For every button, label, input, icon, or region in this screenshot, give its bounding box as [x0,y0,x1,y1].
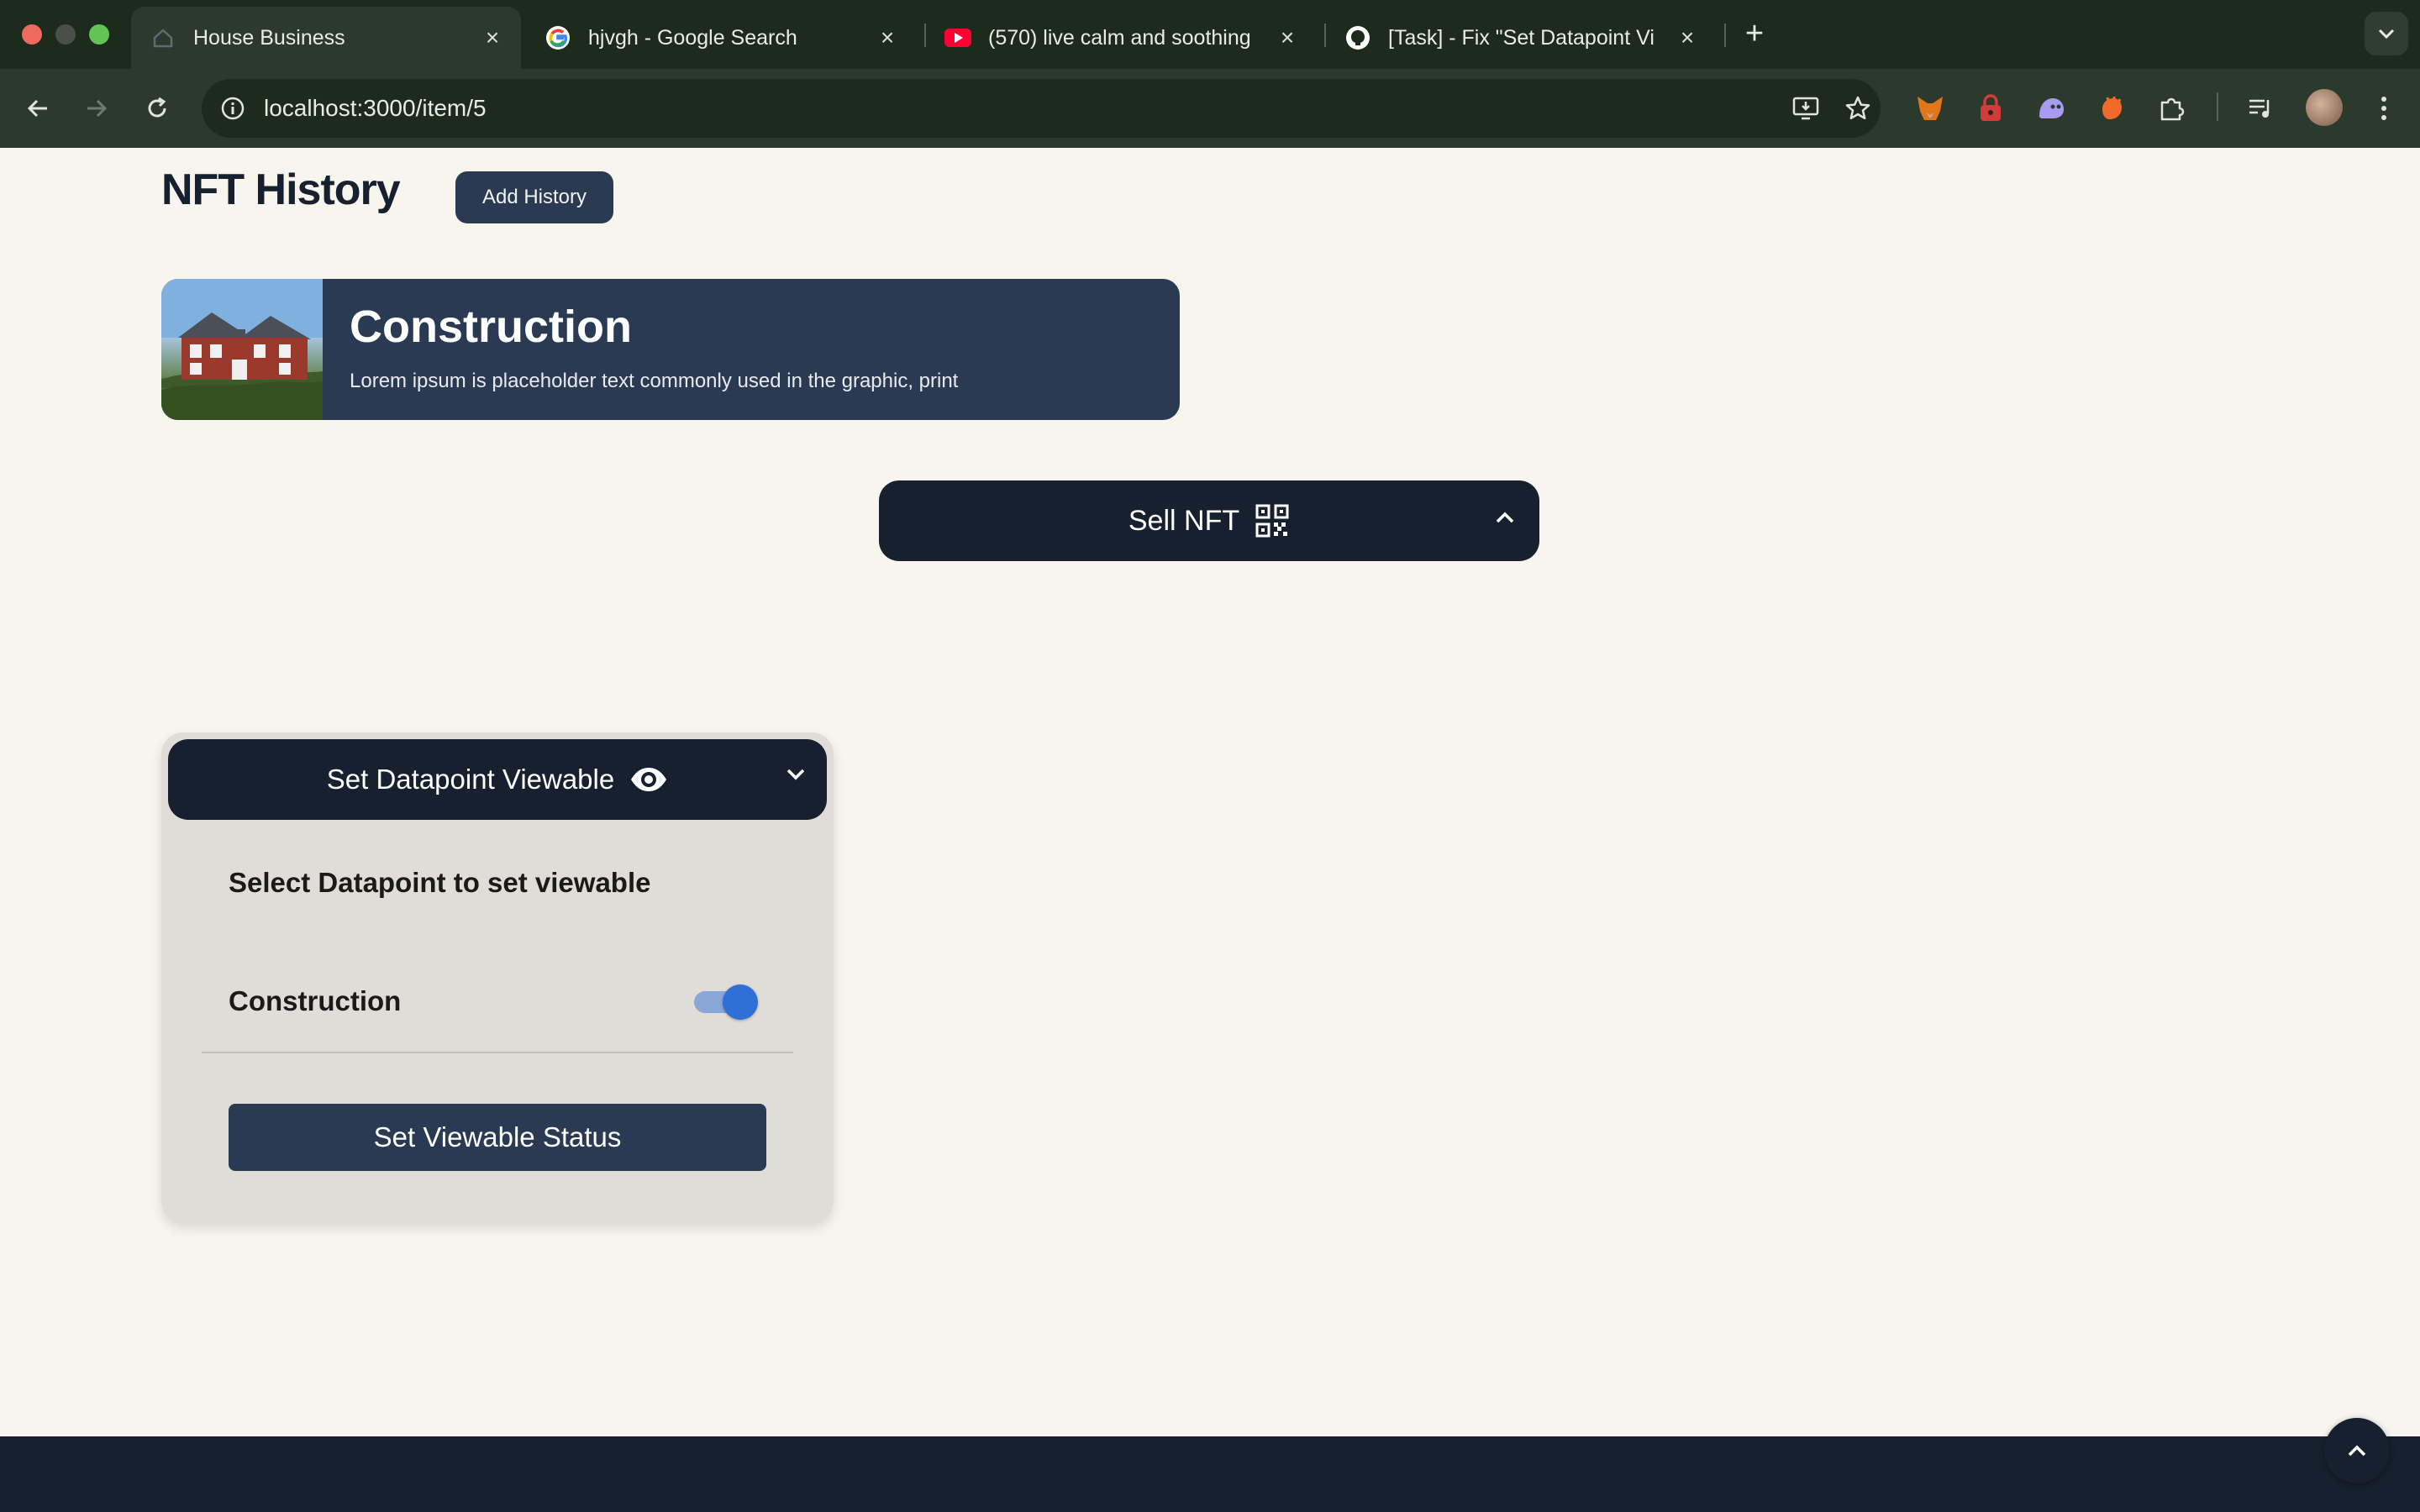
forward-button[interactable] [77,89,116,128]
set-datapoint-viewable-panel: Set Datapoint Viewable Select Datapoint … [161,732,834,1223]
nft-history-heading: NFT History [161,165,401,214]
panel-header-label: Set Datapoint Viewable [326,764,615,795]
chevron-up-icon [1492,501,1518,533]
eye-icon [629,764,668,795]
house-thumbnail [161,279,323,420]
tab-title: hjvgh - Google Search [588,25,797,50]
reload-icon [148,97,166,118]
google-icon [544,24,571,51]
tab-youtube[interactable]: (570) live calm and soothing × [926,7,1316,69]
close-tab-icon[interactable]: × [1670,24,1704,51]
history-card[interactable]: Construction Lorem ipsum is placeholder … [161,279,1180,420]
tab-separator [1724,24,1726,47]
youtube-icon [944,24,971,51]
datapoint-label: Construction [229,985,402,1016]
password-manager-extension-icon[interactable] [1971,89,2010,128]
chevron-up-icon [2348,1445,2366,1457]
close-tab-icon[interactable]: × [871,24,904,51]
page-footer [0,1436,2420,1512]
maximize-window-button[interactable] [89,24,109,45]
reload-button[interactable] [138,89,176,128]
qr-code-icon [1255,503,1290,538]
set-datapoint-viewable-toggle[interactable]: Set Datapoint Viewable [168,739,827,820]
divider [202,1052,793,1053]
tab-house-business[interactable]: House Business × [131,7,521,69]
github-icon [1344,24,1371,51]
address-bar[interactable]: localhost:3000/item/5 [202,79,1881,138]
site-info-icon[interactable] [213,89,252,128]
media-controls-icon[interactable] [2242,89,2281,128]
history-card-title: Construction [350,302,632,352]
house-favicon-icon [150,24,176,51]
hand-extension-icon[interactable] [2092,89,2131,128]
puzzle-extensions-icon[interactable] [2153,89,2191,128]
scroll-to-top-button[interactable] [2324,1418,2390,1483]
url-text: localhost:3000/item/5 [264,95,487,121]
tab-title: (570) live calm and soothing [988,25,1251,50]
profile-avatar[interactable] [2306,89,2343,126]
chevron-down-icon [783,758,808,790]
browser-chrome: House Business × hjvgh - Google Search × [0,0,2420,148]
switch-knob [723,984,758,1020]
select-datapoint-heading: Select Datapoint to set viewable [229,867,651,898]
install-app-icon[interactable] [1786,89,1825,128]
close-tab-icon[interactable]: × [1270,24,1304,51]
set-viewable-status-button[interactable]: Set Viewable Status [229,1104,766,1171]
tab-github-task[interactable]: [Task] - Fix "Set Datapoint Vi × [1326,7,1716,69]
close-window-button[interactable] [22,24,42,45]
tab-title: House Business [193,25,345,50]
arrow-right-icon [87,99,108,118]
back-button[interactable] [18,89,57,128]
new-tab-button[interactable]: + [1738,15,1771,52]
tab-title: [Task] - Fix "Set Datapoint Vi [1388,25,1655,50]
metamask-extension-icon[interactable] [1911,89,1949,128]
close-tab-icon[interactable]: × [476,24,509,51]
add-history-button[interactable]: Add History [455,171,613,223]
sell-nft-toggle[interactable]: Sell NFT [879,480,1539,561]
tab-strip: House Business × hjvgh - Google Search × [0,0,2420,69]
toolbar-separator [2217,92,2218,121]
browser-menu-icon[interactable] [2365,89,2403,128]
ghost-extension-icon[interactable] [2032,89,2070,128]
tab-google-search[interactable]: hjvgh - Google Search × [526,7,916,69]
arrow-left-icon [27,99,47,118]
history-card-description: Lorem ipsum is placeholder text commonly… [350,370,959,392]
datapoint-row: Construction [229,978,760,1025]
sell-nft-label: Sell NFT [1128,504,1240,537]
datapoint-viewable-switch[interactable] [692,983,760,1020]
bookmark-star-icon[interactable] [1839,89,1877,128]
minimize-window-button[interactable] [55,24,76,45]
chevron-down-icon [2378,29,2395,39]
history-card-body: Construction Lorem ipsum is placeholder … [323,279,958,420]
tab-search-button[interactable] [2365,12,2408,55]
